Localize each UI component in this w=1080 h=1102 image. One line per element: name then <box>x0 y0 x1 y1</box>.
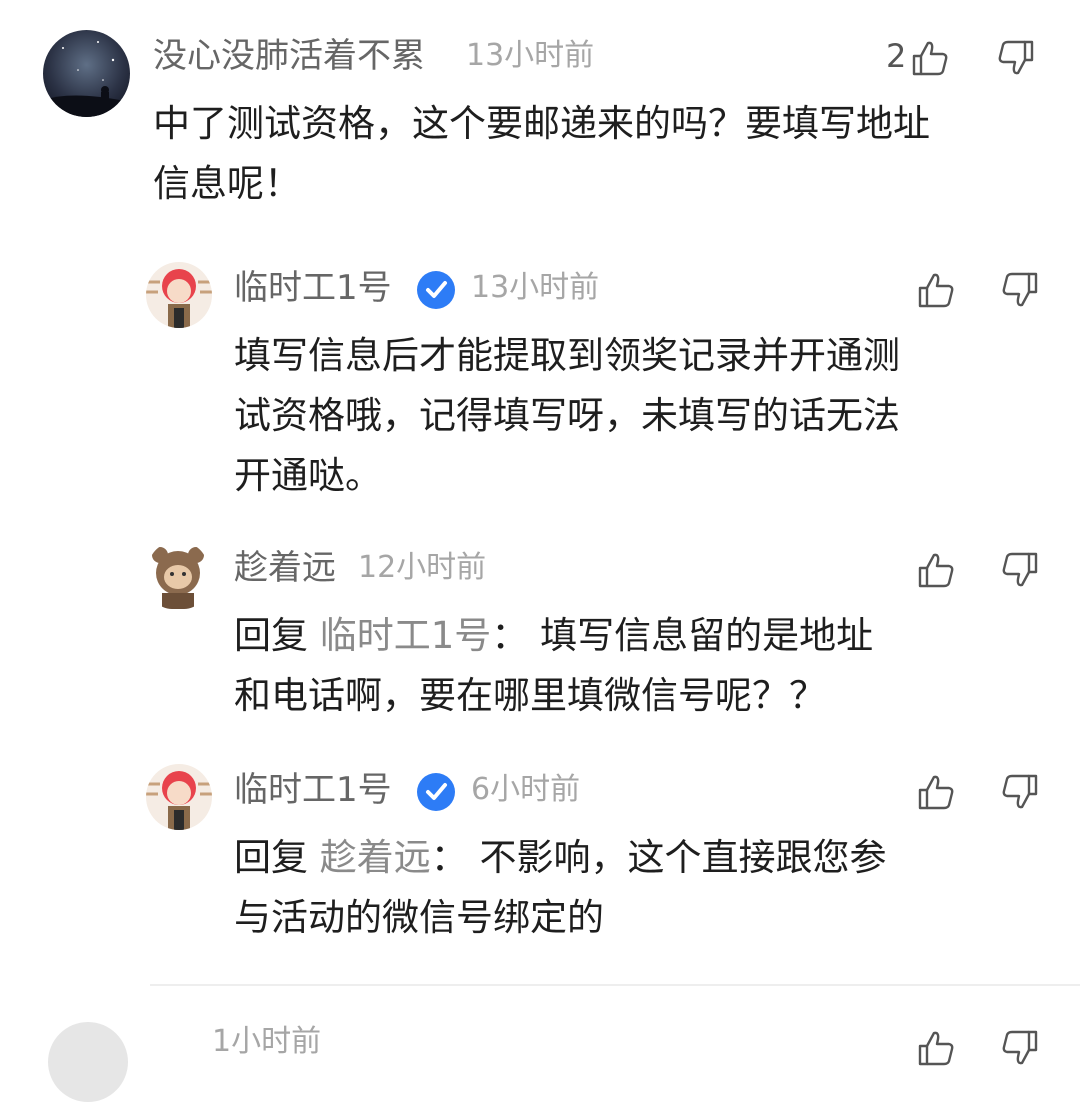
comment-divider <box>150 984 1080 986</box>
reply-text: 填写信息后才能提取到领奖记录并开通测 试资格哦，记得填写呀，未填写的话无法 开通… <box>234 326 994 506</box>
thumbs-down-icon[interactable] <box>996 38 1036 78</box>
thumbs-down-icon[interactable] <box>1000 772 1040 812</box>
reply-timestamp: 6小时前 <box>471 772 581 807</box>
like-count: 2 <box>886 37 907 75</box>
thumbs-up-icon[interactable] <box>916 550 956 590</box>
reply-timestamp: 12小时前 <box>358 550 487 585</box>
reply-text-segment: 填写信息留的是地址 <box>540 614 874 657</box>
thumbs-down-icon[interactable] <box>1000 1028 1040 1068</box>
thumbs-down-icon[interactable] <box>1000 550 1040 590</box>
reply-username[interactable]: 趁着远 <box>234 548 336 588</box>
reply-colon: ： <box>491 614 529 657</box>
avatar[interactable] <box>43 30 130 117</box>
text-line: 与活动的微信号绑定的 <box>234 896 604 939</box>
comment-item: 没心没肺活着不累 13小时前 2 中了测试资格，这个要邮递来的吗？要填写地址 信… <box>0 0 1080 230</box>
avatar[interactable] <box>148 543 208 609</box>
reply-colon: ： <box>430 836 468 879</box>
reply-text: 回复 临时工1号： 填写信息留的是地址 和电话啊，要在哪里填微信号呢？？ <box>234 606 994 726</box>
thumbs-up-icon[interactable] <box>910 38 950 78</box>
avatar[interactable] <box>146 262 212 328</box>
reply-timestamp: 13小时前 <box>471 270 600 305</box>
comment-text: 中了测试资格，这个要邮递来的吗？要填写地址 信息呢！ <box>153 94 1043 214</box>
text-line: 试资格哦，记得填写呀，未填写的话无法 <box>234 394 900 437</box>
comment-timestamp: 1小时前 <box>212 1024 322 1059</box>
thumbs-up-icon[interactable] <box>916 1028 956 1068</box>
text-line: 开通哒。 <box>234 454 382 497</box>
avatar[interactable] <box>146 764 212 830</box>
reply-prefix: 回复 <box>234 614 308 657</box>
reply-text-segment: 不影响，这个直接跟您参 <box>479 836 887 879</box>
reply-username[interactable]: 临时工1号 <box>234 770 392 810</box>
reply-text: 回复 趁着远： 不影响，这个直接跟您参 与活动的微信号绑定的 <box>234 828 994 948</box>
comment-timestamp: 13小时前 <box>466 38 595 73</box>
reply-prefix: 回复 <box>234 836 308 879</box>
text-line: 中了测试资格，这个要邮递来的吗？要填写地址 <box>153 102 930 145</box>
verified-check-icon <box>417 271 455 309</box>
thumbs-up-icon[interactable] <box>916 772 956 812</box>
text-line: 填写信息后才能提取到领奖记录并开通测 <box>234 334 900 377</box>
reply-username[interactable]: 临时工1号 <box>234 268 392 308</box>
verified-check-icon <box>417 773 455 811</box>
text-line: 回复 临时工1号： 填写信息留的是地址 <box>234 606 994 666</box>
thumbs-up-icon[interactable] <box>916 270 956 310</box>
text-line: 和电话啊，要在哪里填微信号呢？？ <box>234 674 826 717</box>
comment-username[interactable]: 没心没肺活着不累 <box>153 36 425 76</box>
reply-target-link[interactable]: 临时工1号 <box>320 614 492 657</box>
avatar[interactable] <box>48 1022 128 1102</box>
text-line: 信息呢！ <box>153 162 301 205</box>
reply-target-link[interactable]: 趁着远 <box>320 836 431 879</box>
text-line: 回复 趁着远： 不影响，这个直接跟您参 <box>234 828 994 888</box>
thumbs-down-icon[interactable] <box>1000 270 1040 310</box>
